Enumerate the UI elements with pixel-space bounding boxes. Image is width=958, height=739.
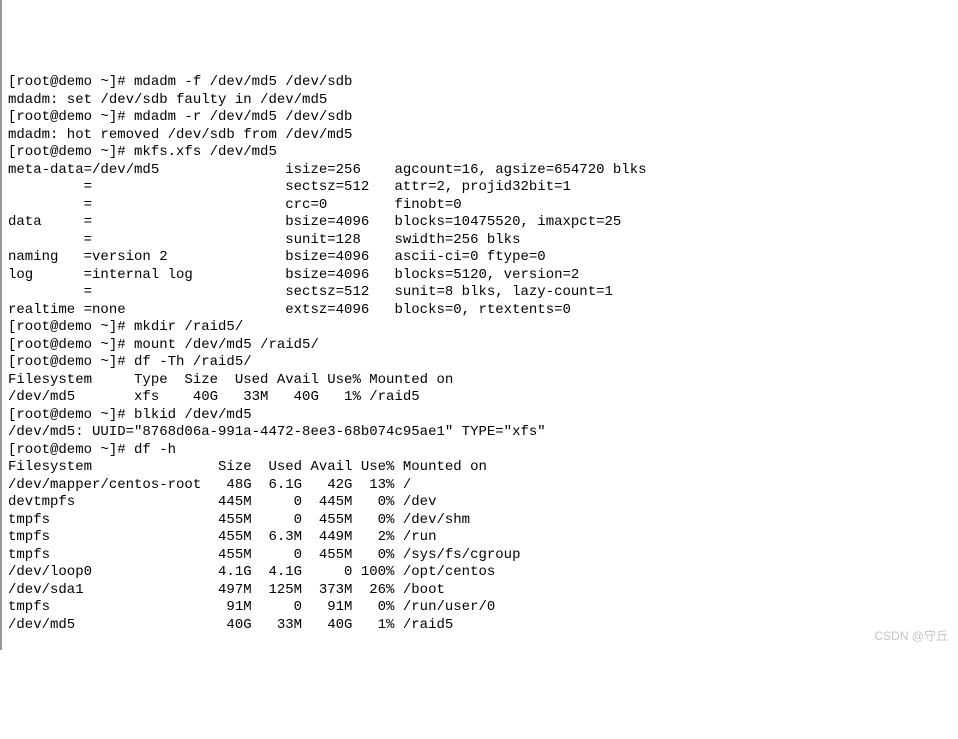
terminal-line: devtmpfs 445M 0 445M 0% /dev	[8, 494, 952, 512]
terminal-line: /dev/sda1 497M 125M 373M 26% /boot	[8, 582, 952, 600]
terminal-line: = crc=0 finobt=0	[8, 197, 952, 215]
terminal-line: /dev/mapper/centos-root 48G 6.1G 42G 13%…	[8, 477, 952, 495]
terminal-line: Filesystem Type Size Used Avail Use% Mou…	[8, 372, 952, 390]
terminal-line: log =internal log bsize=4096 blocks=5120…	[8, 267, 952, 285]
terminal-line: /dev/md5 xfs 40G 33M 40G 1% /raid5	[8, 389, 952, 407]
terminal-line: [root@demo ~]# mkfs.xfs /dev/md5	[8, 144, 952, 162]
terminal-line: tmpfs 455M 0 455M 0% /sys/fs/cgroup	[8, 547, 952, 565]
terminal-line: [root@demo ~]# mkdir /raid5/	[8, 319, 952, 337]
terminal-line: [root@demo ~]# blkid /dev/md5	[8, 407, 952, 425]
terminal-line: [root@demo ~]# mdadm -r /dev/md5 /dev/sd…	[8, 109, 952, 127]
terminal-line: [root@demo ~]# mount /dev/md5 /raid5/	[8, 337, 952, 355]
terminal-line: tmpfs 91M 0 91M 0% /run/user/0	[8, 599, 952, 617]
terminal-line: naming =version 2 bsize=4096 ascii-ci=0 …	[8, 249, 952, 267]
terminal-line: mdadm: set /dev/sdb faulty in /dev/md5	[8, 92, 952, 110]
terminal-line: meta-data=/dev/md5 isize=256 agcount=16,…	[8, 162, 952, 180]
terminal-line: [root@demo ~]# df -Th /raid5/	[8, 354, 952, 372]
terminal-line: /dev/md5 40G 33M 40G 1% /raid5	[8, 617, 952, 635]
terminal-line: [root@demo ~]# mdadm -f /dev/md5 /dev/sd…	[8, 74, 952, 92]
terminal-line: tmpfs 455M 0 455M 0% /dev/shm	[8, 512, 952, 530]
terminal-line: realtime =none extsz=4096 blocks=0, rtex…	[8, 302, 952, 320]
terminal-line: /dev/loop0 4.1G 4.1G 0 100% /opt/centos	[8, 564, 952, 582]
terminal-line: [root@demo ~]# df -h	[8, 442, 952, 460]
terminal-line: mdadm: hot removed /dev/sdb from /dev/md…	[8, 127, 952, 145]
terminal-line: tmpfs 455M 6.3M 449M 2% /run	[8, 529, 952, 547]
terminal-line: = sectsz=512 attr=2, projid32bit=1	[8, 179, 952, 197]
terminal-line: Filesystem Size Used Avail Use% Mounted …	[8, 459, 952, 477]
terminal-line: = sectsz=512 sunit=8 blks, lazy-count=1	[8, 284, 952, 302]
terminal-output: [root@demo ~]# mdadm -f /dev/md5 /dev/sd…	[8, 74, 952, 634]
terminal-line: = sunit=128 swidth=256 blks	[8, 232, 952, 250]
terminal-line: /dev/md5: UUID="8768d06a-991a-4472-8ee3-…	[8, 424, 952, 442]
terminal-line: data = bsize=4096 blocks=10475520, imaxp…	[8, 214, 952, 232]
